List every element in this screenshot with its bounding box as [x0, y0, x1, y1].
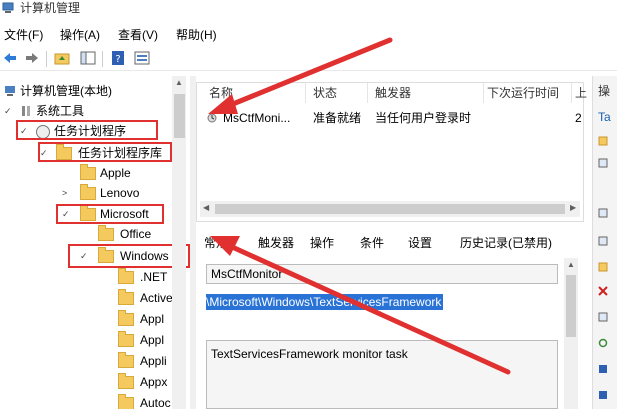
tree-label: Appl	[140, 312, 165, 326]
column-header-last-run[interactable]: 上	[575, 85, 587, 101]
tree-scroll-thumb[interactable]	[174, 94, 185, 138]
column-header-trigger[interactable]: 触发器	[375, 85, 411, 101]
tree-label: 系统工具	[36, 104, 85, 118]
scroll-up-icon[interactable]: ▲	[175, 78, 183, 87]
column-separator[interactable]	[483, 83, 484, 103]
tab-conditions[interactable]: 条件	[360, 234, 384, 252]
menu-action[interactable]: 操作(A)	[60, 26, 100, 44]
properties-icon[interactable]	[134, 50, 150, 66]
title-bar: 计算机管理	[0, 0, 617, 18]
list-scroll-thumb[interactable]	[215, 204, 565, 214]
folder-icon	[80, 184, 96, 200]
window-title: 计算机管理	[20, 1, 81, 15]
scroll-up-icon[interactable]: ▲	[567, 260, 575, 269]
menu-help[interactable]: 帮助(H)	[176, 26, 217, 44]
menu-bar: 文件(F) 操作(A) 查看(V) 帮助(H)	[0, 26, 617, 44]
action-icon[interactable]	[598, 136, 608, 146]
tree-label: Appx	[140, 375, 168, 389]
delete-icon[interactable]	[598, 286, 608, 296]
column-separator[interactable]	[305, 83, 306, 103]
tab-general[interactable]: 常规	[204, 234, 228, 252]
computer-management-icon	[2, 2, 14, 13]
menu-file[interactable]: 文件(F)	[4, 26, 43, 44]
chevron-down-icon[interactable]: ✓	[4, 102, 12, 120]
column-separator[interactable]	[571, 83, 572, 103]
folder-icon	[118, 310, 134, 326]
column-header-name[interactable]: 名称	[209, 85, 233, 101]
highlight-microsoft	[56, 204, 164, 224]
table-row[interactable]: MsCtfMoni... 准备就绪 当任何用户登录时 2	[201, 109, 582, 127]
folder-icon	[80, 164, 96, 180]
menu-view[interactable]: 查看(V)	[118, 26, 158, 44]
action-icon[interactable]	[598, 236, 608, 246]
folder-icon	[118, 352, 134, 368]
folder-icon	[118, 394, 134, 409]
tab-history[interactable]: 历史记录(已禁用)	[460, 234, 552, 252]
tree-label: Lenovo	[100, 186, 140, 200]
task-status: 准备就绪	[313, 111, 362, 125]
tree-label: Office	[120, 227, 152, 241]
actions-item[interactable]: Ta	[598, 110, 611, 124]
folder-icon	[118, 373, 134, 389]
highlight-task-library	[38, 142, 172, 162]
tree-label: Appl	[140, 333, 165, 347]
folder-icon	[118, 289, 134, 305]
detail-scroll-thumb[interactable]	[566, 275, 576, 337]
task-description-field[interactable]: TextServicesFramework monitor task	[206, 340, 558, 409]
back-icon[interactable]	[2, 50, 18, 66]
column-header-status[interactable]: 状态	[313, 85, 337, 101]
task-icon	[207, 113, 217, 123]
folder-icon	[118, 268, 134, 284]
action-icon[interactable]	[598, 312, 608, 322]
scroll-left-icon[interactable]: ◀	[203, 203, 209, 212]
task-last-run: 2	[575, 111, 582, 125]
help-icon[interactable]	[598, 390, 608, 400]
scroll-right-icon[interactable]: ▶	[570, 203, 576, 212]
up-folder-icon[interactable]	[54, 50, 70, 66]
task-name-field[interactable]: MsCtfMonitor	[206, 264, 558, 284]
action-icon[interactable]	[598, 262, 608, 272]
action-icon[interactable]	[598, 158, 608, 168]
detail-tabs: 常规 触发器 操作 条件 设置 历史记录(已禁用)	[196, 228, 584, 256]
highlight-task-scheduler	[16, 120, 158, 140]
folder-icon	[118, 331, 134, 347]
task-path-selection[interactable]: \Microsoft\Windows\TextServicesFramework	[206, 294, 444, 310]
tab-actions[interactable]: 操作	[310, 234, 334, 252]
toolbar-separator	[102, 51, 103, 67]
task-trigger: 当任何用户登录时	[375, 111, 472, 125]
tab-settings[interactable]: 设置	[408, 234, 432, 252]
refresh-icon[interactable]	[598, 338, 608, 348]
forward-icon[interactable]	[24, 50, 40, 66]
toolbar-separator	[46, 51, 47, 67]
action-icon[interactable]	[598, 364, 608, 374]
computer-icon	[5, 86, 15, 96]
tree-label: .NET	[140, 270, 168, 284]
tree-label: Active	[140, 291, 173, 305]
task-name: MsCtfMoni...	[223, 111, 291, 125]
column-separator[interactable]	[367, 83, 368, 103]
chevron-right-icon[interactable]: >	[62, 184, 67, 202]
tree-label: 计算机管理(本地)	[20, 84, 112, 98]
tab-triggers[interactable]: 触发器	[258, 234, 294, 252]
toolbar: ?	[0, 48, 617, 71]
action-icon[interactable]	[598, 208, 608, 218]
tree-label: Autoc	[140, 396, 171, 409]
show-hide-tree-icon[interactable]	[80, 50, 96, 66]
tree-label: Apple	[100, 166, 131, 180]
svg-text:?: ?	[115, 54, 120, 65]
column-header-next-run[interactable]: 下次运行时间	[487, 85, 559, 101]
folder-icon	[98, 225, 114, 241]
actions-header: 操	[598, 84, 611, 98]
help-icon[interactable]: ?	[110, 50, 126, 66]
tools-icon	[22, 106, 30, 116]
tree-label: Appli	[140, 354, 167, 368]
